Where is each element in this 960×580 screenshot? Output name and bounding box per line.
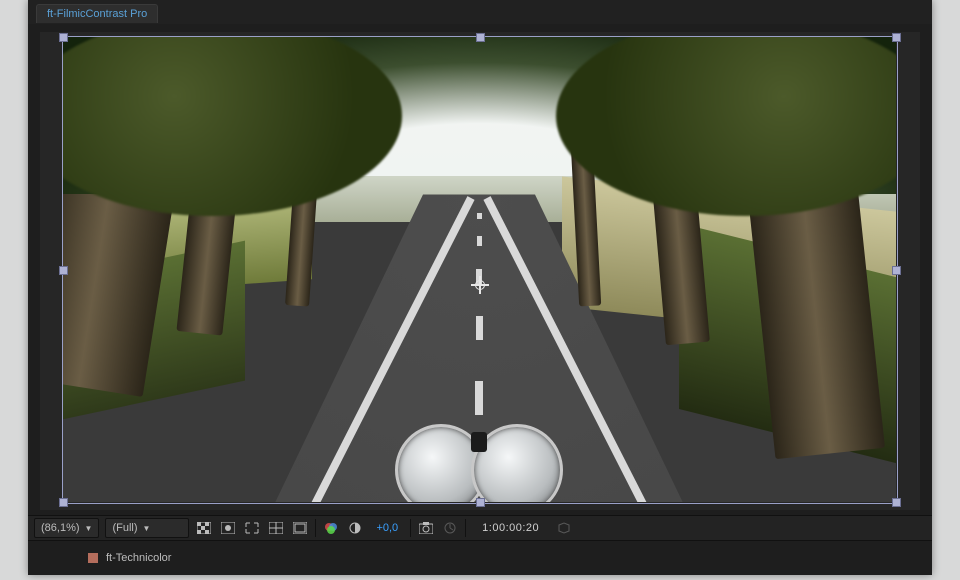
region-of-interest-icon[interactable] — [243, 520, 261, 536]
anchor-point-icon[interactable] — [471, 276, 489, 294]
motorcycle-gauges — [395, 422, 563, 502]
app-panel: ft-FilmicContrast Pro — [28, 0, 932, 575]
channel-view-icon[interactable] — [291, 520, 309, 536]
layer-name[interactable]: ft-Technicolor — [106, 552, 171, 564]
resolution-dropdown[interactable]: (Full) ▼ — [105, 518, 189, 538]
layer-color-swatch — [88, 553, 98, 563]
zoom-dropdown[interactable]: (86,1%) ▼ — [34, 518, 99, 538]
tab-composition[interactable]: ft-FilmicContrast Pro — [36, 4, 158, 23]
separator — [465, 519, 466, 537]
tab-bar: ft-FilmicContrast Pro — [28, 0, 932, 24]
timecode-toggle-icon[interactable] — [441, 520, 459, 536]
chevron-down-icon: ▼ — [143, 524, 151, 533]
transparency-grid-icon[interactable] — [195, 520, 213, 536]
viewer-controls: (86,1%) ▼ (Full) ▼ +0,0 — [28, 515, 932, 541]
panel-footer: ft-Technicolor — [28, 547, 932, 569]
snapshot-icon[interactable] — [417, 520, 435, 536]
chevron-down-icon: ▼ — [85, 524, 93, 533]
exposure-value[interactable]: +0,0 — [370, 522, 404, 534]
resolution-value: (Full) — [112, 522, 137, 534]
preview-frame — [62, 36, 896, 502]
draft-3d-icon[interactable] — [555, 520, 573, 536]
grid-guides-icon[interactable] — [267, 520, 285, 536]
zoom-value: (86,1%) — [41, 522, 80, 534]
composition-viewer[interactable] — [40, 32, 920, 510]
color-management-icon[interactable] — [322, 520, 340, 536]
exposure-reset-icon[interactable] — [346, 520, 364, 536]
separator — [315, 519, 316, 537]
tab-label: ft-FilmicContrast Pro — [47, 8, 147, 20]
current-timecode[interactable]: 1:00:00:20 — [472, 522, 549, 534]
separator — [410, 519, 411, 537]
mask-toggle-icon[interactable] — [219, 520, 237, 536]
